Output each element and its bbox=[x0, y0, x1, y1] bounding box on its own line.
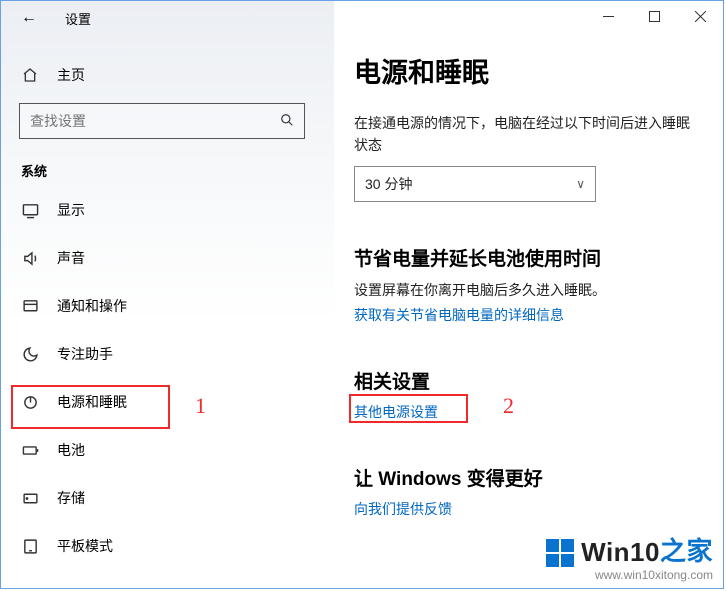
sidebar-item-label: 显示 bbox=[57, 200, 85, 220]
chevron-down-icon: ∨ bbox=[576, 177, 585, 191]
sidebar-item-tablet[interactable]: 平板模式 bbox=[1, 522, 334, 570]
sidebar-item-storage[interactable]: 存储 bbox=[1, 474, 334, 522]
sidebar: ← 设置 主页 系统 显示 声音 bbox=[1, 1, 334, 588]
power-icon bbox=[21, 394, 39, 411]
sidebar-item-power[interactable]: 电源和睡眠 bbox=[1, 378, 334, 426]
sidebar-item-label: 通知和操作 bbox=[57, 296, 127, 316]
related-link[interactable]: 其他电源设置 bbox=[354, 402, 695, 422]
sidebar-item-focus[interactable]: 专注助手 bbox=[1, 330, 334, 378]
sidebar-item-label: 电池 bbox=[57, 440, 85, 460]
save-heading: 节省电量并延长电池使用时间 bbox=[354, 244, 695, 271]
focus-icon bbox=[21, 346, 39, 363]
brand-a: Win10 bbox=[581, 537, 660, 568]
sidebar-item-sound[interactable]: 声音 bbox=[1, 234, 334, 282]
sidebar-item-label: 声音 bbox=[57, 248, 85, 268]
watermark-logo: Win10之家 bbox=[545, 531, 713, 568]
window-controls bbox=[585, 1, 723, 31]
close-button[interactable] bbox=[677, 1, 723, 31]
battery-icon bbox=[21, 442, 39, 459]
sound-icon bbox=[21, 250, 39, 267]
sidebar-item-label: 专注助手 bbox=[57, 344, 113, 364]
sidebar-home-label: 主页 bbox=[57, 65, 85, 85]
sleep-desc: 在接通电源的情况下，电脑在经过以下时间后进入睡眠状态 bbox=[354, 112, 695, 156]
tablet-icon bbox=[21, 538, 39, 555]
watermark-url: www.win10xitong.com bbox=[545, 568, 713, 582]
sidebar-item-notifications[interactable]: 通知和操作 bbox=[1, 282, 334, 330]
titlebar: ← 设置 bbox=[1, 1, 334, 35]
sidebar-item-label: 存储 bbox=[57, 488, 85, 508]
save-link[interactable]: 获取有关节省电脑电量的详细信息 bbox=[354, 305, 695, 325]
maximize-button[interactable] bbox=[631, 1, 677, 31]
related-heading: 相关设置 bbox=[354, 367, 695, 394]
main-panel: 电源和睡眠 在接通电源的情况下，电脑在经过以下时间后进入睡眠状态 30 分钟 ∨… bbox=[334, 1, 723, 588]
sidebar-item-label: 平板模式 bbox=[57, 536, 113, 556]
back-icon[interactable]: ← bbox=[21, 9, 37, 27]
better-heading: 让 Windows 变得更好 bbox=[354, 464, 695, 491]
minimize-button[interactable] bbox=[585, 1, 631, 31]
display-icon bbox=[21, 202, 39, 219]
win-tiles-icon bbox=[545, 538, 575, 568]
annotation-2: 2 bbox=[503, 393, 514, 419]
search-icon bbox=[270, 113, 304, 130]
sidebar-item-battery[interactable]: 电池 bbox=[1, 426, 334, 474]
storage-icon bbox=[21, 490, 39, 507]
sleep-dropdown[interactable]: 30 分钟 ∨ bbox=[354, 166, 596, 202]
notifications-icon bbox=[21, 298, 39, 315]
annotation-1: 1 bbox=[195, 393, 206, 419]
better-link[interactable]: 向我们提供反馈 bbox=[354, 499, 695, 519]
save-desc: 设置屏幕在你离开电脑后多久进入睡眠。 bbox=[354, 279, 695, 301]
sidebar-item-label: 电源和睡眠 bbox=[57, 392, 127, 412]
search-box[interactable] bbox=[19, 103, 305, 139]
page-title: 电源和睡眠 bbox=[354, 51, 695, 90]
sidebar-home[interactable]: 主页 bbox=[1, 55, 334, 95]
sleep-dropdown-value: 30 分钟 bbox=[365, 174, 412, 194]
window-title: 设置 bbox=[65, 9, 91, 28]
home-icon bbox=[21, 67, 39, 83]
section-header-system: 系统 bbox=[1, 139, 334, 186]
watermark: Win10之家 www.win10xitong.com bbox=[545, 531, 713, 582]
settings-window: ← 设置 主页 系统 显示 声音 bbox=[0, 0, 724, 589]
sidebar-item-display[interactable]: 显示 bbox=[1, 186, 334, 234]
search-input[interactable] bbox=[20, 113, 270, 129]
brand-b: 之家 bbox=[660, 531, 713, 568]
